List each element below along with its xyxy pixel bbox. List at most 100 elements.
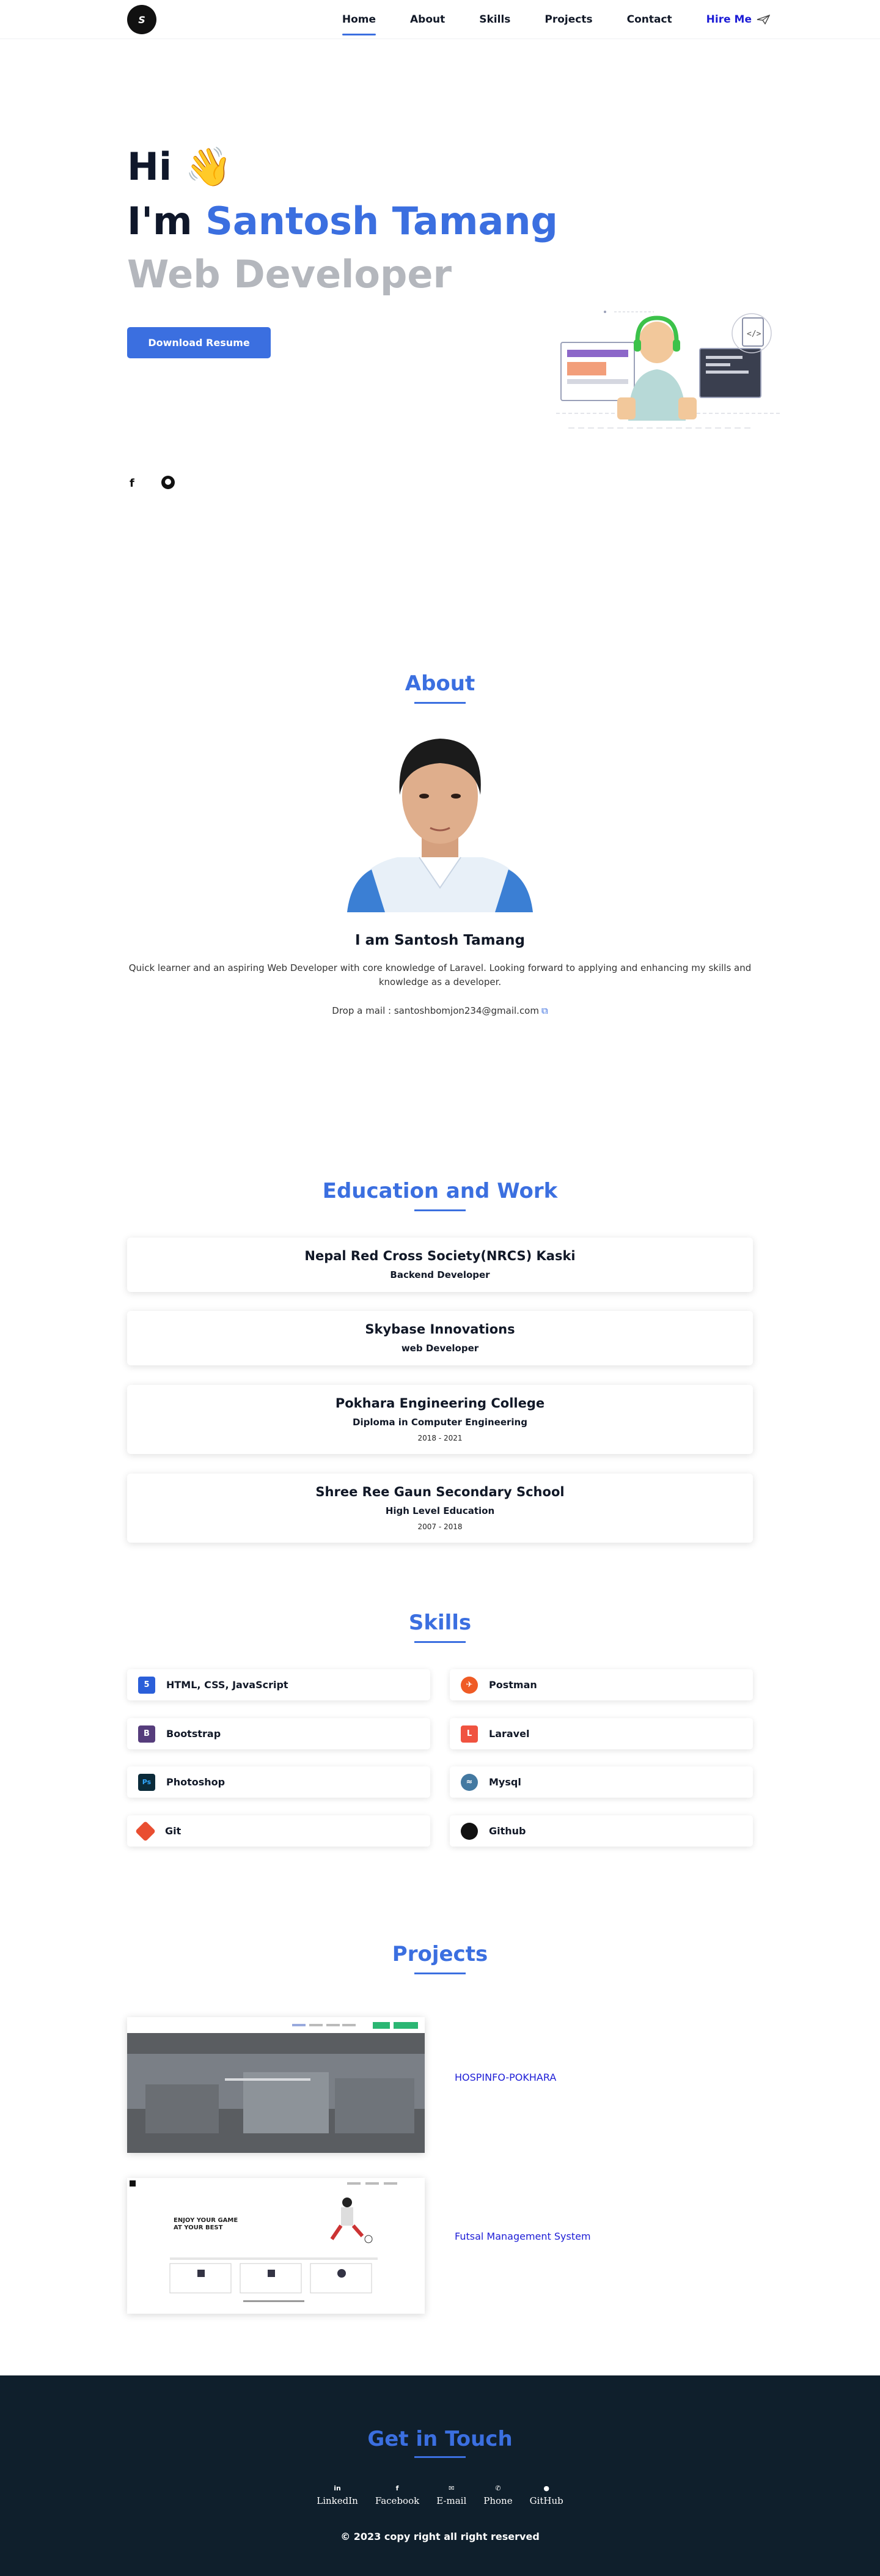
- skill-label: Postman: [489, 1679, 537, 1691]
- project-screenshot-futsal[interactable]: ENJOY YOUR GAME AT YOUR BEST: [127, 2178, 425, 2314]
- education-card-years: 2007 - 2018: [417, 1522, 463, 1531]
- about-description: Quick learner and an aspiring Web Develo…: [128, 962, 752, 987]
- photoshop-icon: Ps: [138, 1773, 155, 1791]
- title-underline: [414, 1973, 466, 1974]
- phone-icon: ✆: [495, 2484, 501, 2492]
- education-card-subtitle: web Developer: [401, 1343, 479, 1354]
- education-card-subtitle: Backend Developer: [390, 1269, 490, 1280]
- about-title-text: About: [405, 671, 475, 696]
- futsal-headline-2: AT YOUR BEST: [174, 2224, 223, 2231]
- education-card-title: Pokhara Engineering College: [335, 1396, 545, 1411]
- footer-link-facebook[interactable]: f Facebook: [375, 2484, 419, 2506]
- education-card-title: Nepal Red Cross Society(NRCS) Kaski: [304, 1249, 576, 1263]
- skill-card-bootstrap: B Bootstrap: [127, 1718, 430, 1749]
- footer-link-label: E-mail: [436, 2495, 467, 2506]
- facebook-icon[interactable]: f: [130, 477, 134, 490]
- education-card: Skybase Innovations web Developer: [127, 1311, 753, 1365]
- footer-link-label: Facebook: [375, 2495, 420, 2506]
- education-card: Pokhara Engineering College Diploma in C…: [127, 1385, 753, 1454]
- copy-icon[interactable]: ⧉: [541, 1005, 548, 1016]
- copyright-text: © 2023 copy right all right reserved: [340, 2531, 540, 2542]
- about-mail-text: Drop a mail : santoshbomjon234@gmail.com: [332, 1005, 539, 1016]
- skill-label: Mysql: [489, 1776, 521, 1788]
- hero-name-line: I'm Santosh Tamang: [127, 199, 558, 243]
- footer-link-email[interactable]: ✉ E-mail: [436, 2484, 466, 2506]
- nav-link-skills[interactable]: Skills: [479, 10, 510, 29]
- footer-link-label: GitHub: [529, 2495, 563, 2506]
- skill-label: Photoshop: [166, 1776, 226, 1788]
- hire-me-label: Hire Me: [706, 13, 752, 26]
- about-mail-line: Drop a mail : santoshbomjon234@gmail.com…: [0, 1005, 880, 1016]
- education-card-subtitle: High Level Education: [385, 1505, 495, 1516]
- hero-greeting: Hi 👋: [127, 144, 232, 189]
- projects-title-text: Projects: [392, 1942, 488, 1966]
- nav-link-contact[interactable]: Contact: [627, 10, 672, 29]
- download-resume-button[interactable]: Download Resume: [127, 327, 271, 358]
- footer-link-linkedin[interactable]: in LinkedIn: [317, 2484, 358, 2506]
- skill-label: Github: [489, 1825, 526, 1837]
- paper-plane-icon: [757, 15, 770, 24]
- git-icon: [135, 1820, 156, 1842]
- footer-title: Get in Touch: [0, 2427, 880, 2458]
- projects-section-title: Projects: [0, 1942, 880, 1974]
- hero-im-prefix: I'm: [127, 199, 206, 243]
- about-section-title: About: [0, 671, 880, 704]
- skills-title-text: Skills: [408, 1611, 472, 1635]
- education-card: Nepal Red Cross Society(NRCS) Kaski Back…: [127, 1238, 753, 1292]
- skill-card-laravel: L Laravel: [450, 1718, 753, 1749]
- nav-link-projects[interactable]: Projects: [544, 10, 592, 29]
- title-underline: [414, 2456, 466, 2458]
- title-underline: [414, 1209, 466, 1211]
- title-underline: [414, 1641, 466, 1643]
- linkedin-icon: in: [334, 2484, 341, 2492]
- skill-card-mysql: ≈ Mysql: [450, 1766, 753, 1798]
- education-section-title: Education and Work: [0, 1179, 880, 1211]
- github-icon: ●: [543, 2484, 549, 2492]
- hospinfo-preview: [127, 2017, 425, 2153]
- skill-card-html: 5 HTML, CSS, JavaScript: [127, 1669, 430, 1700]
- site-logo[interactable]: S: [127, 5, 156, 34]
- education-card-title: Shree Ree Gaun Secondary School: [315, 1485, 565, 1499]
- education-card: Shree Ree Gaun Secondary School High Lev…: [127, 1474, 753, 1543]
- footer-link-github[interactable]: ● GitHub: [530, 2484, 563, 2506]
- education-card-years: 2018 - 2021: [417, 1434, 463, 1442]
- footer-contact-links: in LinkedIn f Facebook ✉ E-mail ✆ Phone ● Git…: [0, 2484, 880, 2506]
- bootstrap-icon: B: [138, 1725, 155, 1743]
- facebook-icon: f: [395, 2484, 399, 2492]
- education-title-text: Education and Work: [322, 1179, 558, 1203]
- footer-link-phone[interactable]: ✆ Phone: [483, 2484, 512, 2506]
- hero-name: Santosh Tamang: [205, 199, 558, 243]
- nav-link-about[interactable]: About: [410, 10, 445, 29]
- project-screenshot-hospinfo[interactable]: [127, 2017, 425, 2153]
- profile-photo: [347, 728, 533, 912]
- skill-label: Laravel: [489, 1728, 530, 1740]
- project-link-hospinfo[interactable]: HOSPINFO-POKHARA: [455, 2072, 556, 2083]
- education-card-title: Skybase Innovations: [365, 1322, 515, 1337]
- skill-label: Bootstrap: [166, 1728, 221, 1740]
- nav-links: Home About Skills Projects Contact Hire …: [308, 0, 770, 39]
- footer-link-label: LinkedIn: [317, 2495, 358, 2506]
- skill-card-photoshop: Ps Photoshop: [127, 1766, 430, 1798]
- footer: Get in Touch in LinkedIn f Facebook ✉ E-mai…: [0, 2375, 880, 2576]
- skill-card-postman: ✈ Postman: [450, 1669, 753, 1700]
- postman-icon: ✈: [461, 1676, 478, 1694]
- footer-title-text: Get in Touch: [367, 2427, 513, 2451]
- hire-me-link[interactable]: Hire Me: [706, 10, 770, 29]
- project-link-futsal[interactable]: Futsal Management System: [455, 2231, 591, 2242]
- mysql-icon: ≈: [461, 1773, 478, 1791]
- footer-link-label: Phone: [483, 2495, 513, 2506]
- developer-illustration: </>: [556, 311, 782, 429]
- svg-text:</>: </>: [747, 330, 761, 339]
- skill-label: Git: [165, 1825, 182, 1837]
- nav-link-home[interactable]: Home: [342, 10, 376, 35]
- education-card-subtitle: Diploma in Computer Engineering: [353, 1417, 527, 1428]
- futsal-headline-1: ENJOY YOUR GAME: [174, 2217, 238, 2224]
- top-navbar: S Home About Skills Projects Contact Hir…: [0, 0, 880, 39]
- laravel-icon: L: [461, 1725, 478, 1743]
- hero-role: Web Developer: [127, 252, 452, 297]
- skill-card-git: Git: [127, 1815, 430, 1847]
- futsal-preview: ENJOY YOUR GAME AT YOUR BEST: [127, 2178, 425, 2314]
- envelope-icon: ✉: [449, 2484, 455, 2492]
- github-icon[interactable]: [161, 476, 175, 489]
- title-underline: [414, 702, 466, 704]
